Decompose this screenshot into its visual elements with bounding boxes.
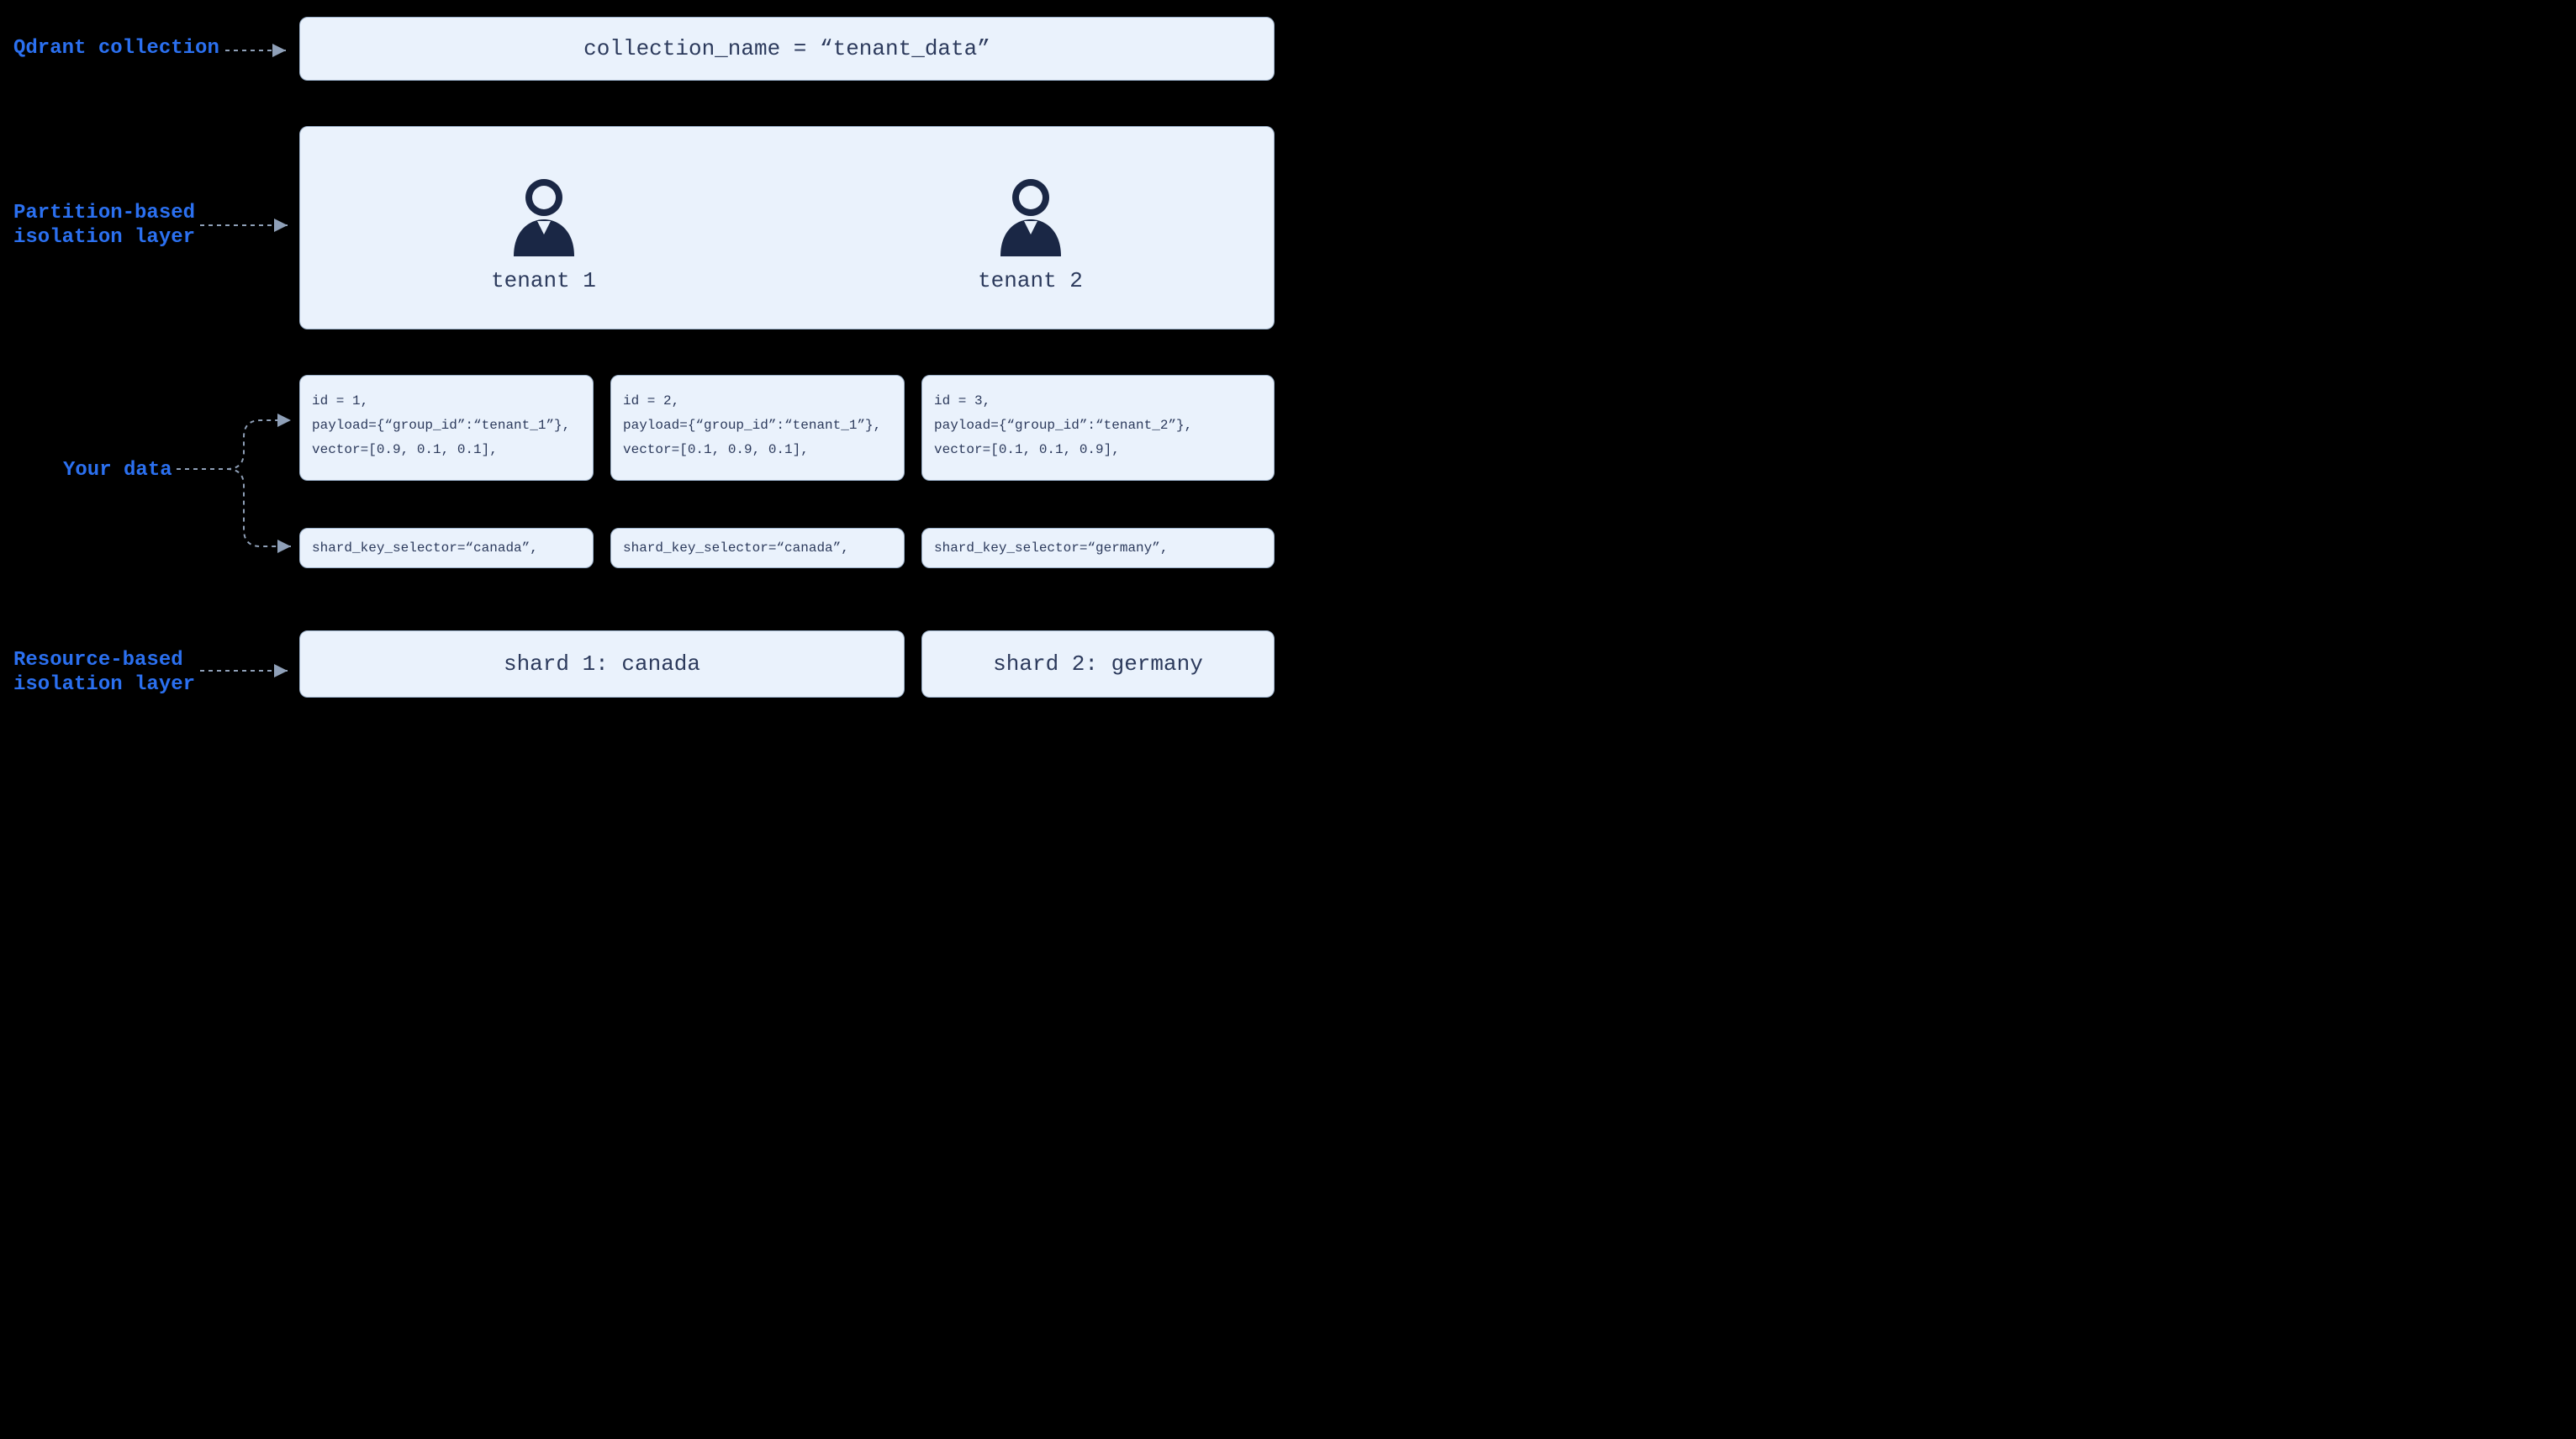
arrow-collection (225, 44, 293, 57)
data-box-1: id = 1, payload={“group_id”:“tenant_1”},… (299, 375, 594, 481)
dp3-vector: vector=[0.1, 0.1, 0.9], (934, 438, 1262, 462)
label-resource: Resource-based isolation layer (13, 649, 195, 698)
dp1-id: id = 1, (312, 389, 581, 414)
label-partition: Partition-based isolation layer (13, 202, 195, 250)
tenant-2: tenant 2 (787, 174, 1274, 293)
data-box-3: id = 3, payload={“group_id”:“tenant_2”},… (921, 375, 1275, 481)
dp2-vector: vector=[0.1, 0.9, 0.1], (623, 438, 892, 462)
user-icon (992, 174, 1069, 258)
shard-sel-3-text: shard_key_selector=“germany”, (934, 540, 1168, 556)
arrow-partition (200, 219, 294, 232)
shard-1-text: shard 1: canada (504, 651, 700, 677)
data-box-2: id = 2, payload={“group_id”:“tenant_1”},… (610, 375, 905, 481)
collection-box: collection_name = “tenant_data” (299, 17, 1275, 81)
shard-sel-3: shard_key_selector=“germany”, (921, 528, 1275, 568)
tenant-1: tenant 1 (300, 174, 787, 293)
tenant-2-label: tenant 2 (978, 268, 1083, 293)
user-icon (505, 174, 583, 258)
dp3-payload: payload={“group_id”:“tenant_2”}, (934, 414, 1262, 438)
tenant-1-label: tenant 1 (491, 268, 596, 293)
dp1-payload: payload={“group_id”:“tenant_1”}, (312, 414, 581, 438)
dp2-payload: payload={“group_id”:“tenant_1”}, (623, 414, 892, 438)
arrow-resource (200, 664, 294, 677)
shard-2-box: shard 2: germany (921, 630, 1275, 698)
label-your-data: Your data (63, 459, 172, 483)
arrow-your-data-fork (177, 420, 298, 555)
shard-1-box: shard 1: canada (299, 630, 905, 698)
label-collection: Qdrant collection (13, 37, 219, 61)
partition-box: tenant 1 tenant 2 (299, 126, 1275, 329)
dp2-id: id = 2, (623, 389, 892, 414)
shard-sel-1: shard_key_selector=“canada”, (299, 528, 594, 568)
dp3-id: id = 3, (934, 389, 1262, 414)
collection-text: collection_name = “tenant_data” (583, 36, 990, 61)
shard-sel-2: shard_key_selector=“canada”, (610, 528, 905, 568)
shard-2-text: shard 2: germany (993, 651, 1203, 677)
shard-sel-1-text: shard_key_selector=“canada”, (312, 540, 538, 556)
dp1-vector: vector=[0.9, 0.1, 0.1], (312, 438, 581, 462)
shard-sel-2-text: shard_key_selector=“canada”, (623, 540, 849, 556)
